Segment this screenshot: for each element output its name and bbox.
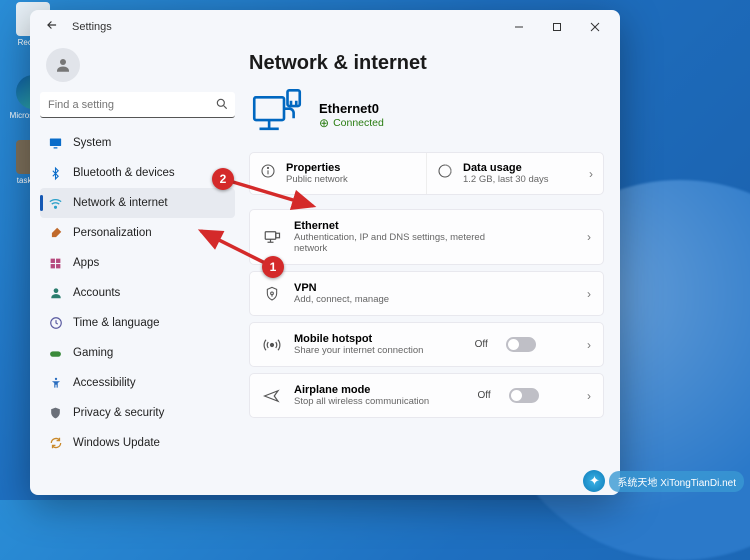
- airplane-icon: [262, 387, 282, 405]
- chevron-right-icon: ›: [587, 230, 591, 244]
- sidebar-item-bluetooth-devices[interactable]: Bluetooth & devices: [40, 158, 235, 188]
- search-icon: [215, 97, 229, 116]
- update-icon: [48, 436, 63, 451]
- connection-status: ⊕Connected: [319, 116, 384, 130]
- access-icon: [48, 376, 63, 391]
- chevron-right-icon: ›: [587, 287, 591, 301]
- grid-icon: [48, 256, 63, 271]
- watermark-logo-icon: ✦: [583, 470, 605, 492]
- sidebar-item-label: Apps: [73, 257, 99, 269]
- brush-icon: [48, 226, 63, 241]
- window-title: Settings: [72, 21, 112, 33]
- chevron-right-icon: ›: [587, 338, 591, 352]
- search-input[interactable]: [40, 92, 235, 118]
- bluetooth-icon: [48, 166, 63, 181]
- main-content: Network & internet Ethernet0 ⊕Connected: [245, 44, 620, 495]
- search-field[interactable]: [40, 92, 235, 118]
- settings-window: Settings System Bluetooth & devices Networ…: [30, 10, 620, 495]
- sidebar-item-time-language[interactable]: Time & language: [40, 308, 235, 338]
- card-subtitle: Authentication, IP and DNS settings, met…: [294, 232, 494, 254]
- connection-name: Ethernet0: [319, 101, 384, 116]
- hotspot-toggle[interactable]: [506, 337, 536, 352]
- card-vpn[interactable]: VPNAdd, connect, manage ›: [249, 271, 604, 316]
- vpn-icon: [262, 285, 282, 303]
- sidebar-item-label: Time & language: [73, 317, 160, 329]
- sidebar-item-gaming[interactable]: Gaming: [40, 338, 235, 368]
- titlebar: Settings: [30, 10, 620, 44]
- ethernet-hero-icon: [249, 85, 305, 146]
- annotation-badge-1: 1: [262, 256, 284, 278]
- sidebar-item-windows-update[interactable]: Windows Update: [40, 428, 235, 458]
- hotspot-icon: [262, 336, 282, 354]
- usage-title: Data usage: [463, 162, 549, 174]
- sidebar-item-privacy-security[interactable]: Privacy & security: [40, 398, 235, 428]
- user-avatar[interactable]: [46, 48, 80, 82]
- card-subtitle: Share your internet connection: [294, 345, 423, 356]
- card-hotspot[interactable]: Mobile hotspotShare your internet connec…: [249, 322, 604, 367]
- clock-icon: [48, 316, 63, 331]
- data-usage-button[interactable]: Data usage 1.2 GB, last 30 days ›: [426, 153, 603, 194]
- airplane-toggle[interactable]: [509, 388, 539, 403]
- sidebar-item-label: Accessibility: [73, 377, 136, 389]
- sidebar-item-label: Windows Update: [73, 437, 160, 449]
- sidebar-item-label: Network & internet: [73, 197, 168, 209]
- card-title: Mobile hotspot: [294, 333, 423, 345]
- game-icon: [48, 346, 63, 361]
- chevron-right-icon: ›: [589, 167, 593, 181]
- sidebar-item-accessibility[interactable]: Accessibility: [40, 368, 235, 398]
- minimize-button[interactable]: [500, 13, 538, 41]
- usage-icon: [437, 163, 455, 184]
- card-airplane[interactable]: Airplane modeStop all wireless communica…: [249, 373, 604, 418]
- toggle-state-label: Off: [475, 339, 488, 350]
- chevron-right-icon: ›: [587, 389, 591, 403]
- sidebar-item-system[interactable]: System: [40, 128, 235, 158]
- person-icon: [48, 286, 63, 301]
- annotation-badge-2: 2: [212, 168, 234, 190]
- globe-icon: ⊕: [319, 116, 329, 130]
- maximize-button[interactable]: [538, 13, 576, 41]
- sidebar-item-network-internet[interactable]: Network & internet: [40, 188, 235, 218]
- card-subtitle: Stop all wireless communication: [294, 396, 429, 407]
- close-button[interactable]: [576, 13, 614, 41]
- card-title: VPN: [294, 282, 389, 294]
- wifi-icon: [48, 196, 63, 211]
- annotation-arrow-2: [225, 168, 325, 218]
- card-subtitle: Add, connect, manage: [294, 294, 389, 305]
- sidebar-item-label: Bluetooth & devices: [73, 167, 175, 179]
- sidebar-item-label: System: [73, 137, 111, 149]
- display-icon: [48, 136, 63, 151]
- sidebar-item-label: Gaming: [73, 347, 113, 359]
- card-title: Airplane mode: [294, 384, 429, 396]
- toggle-state-label: Off: [478, 390, 491, 401]
- page-title: Network & internet: [249, 52, 604, 75]
- watermark: ✦ 系统天地 XiTongTianDi.net: [583, 470, 744, 492]
- shield-icon: [48, 406, 63, 421]
- card-title: Ethernet: [294, 220, 494, 232]
- sidebar-item-accounts[interactable]: Accounts: [40, 278, 235, 308]
- sidebar-item-label: Privacy & security: [73, 407, 164, 419]
- back-button[interactable]: [42, 18, 62, 37]
- usage-subtitle: 1.2 GB, last 30 days: [463, 174, 549, 185]
- connection-hero: Ethernet0 ⊕Connected: [249, 85, 604, 146]
- sidebar-item-label: Personalization: [73, 227, 152, 239]
- sidebar-item-label: Accounts: [73, 287, 120, 299]
